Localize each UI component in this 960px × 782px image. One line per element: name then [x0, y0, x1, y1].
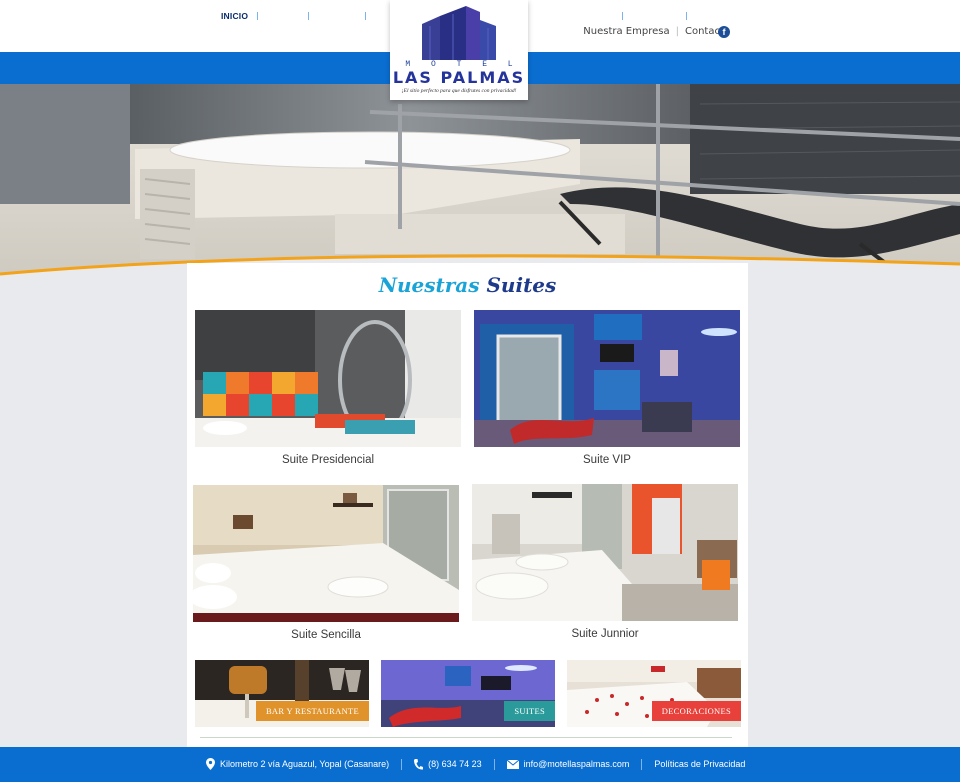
logo-name-text: LAS PALMAS — [392, 68, 526, 87]
footer-contact-row: Kilometro 2 vía Aguazul, Yopal (Casanare… — [206, 758, 745, 770]
site-logo[interactable]: M O T E L LAS PALMAS ¡El sitio perfecto … — [390, 0, 528, 100]
footer-email: info@motellaspalmas.com — [506, 759, 630, 769]
category-tile-decoraciones[interactable]: DECORACIONES — [567, 660, 741, 727]
phone-icon — [414, 758, 424, 770]
section-title-part2: Suites — [486, 273, 557, 297]
logo-building-icon — [422, 6, 496, 60]
category-tag[interactable]: BAR Y RESTAURANTE — [255, 701, 369, 721]
nav-left: INICIO SUITES TÁRIFAS BAR — [212, 0, 403, 32]
hero-banner-image — [0, 84, 960, 280]
suite-card-vip[interactable]: Suite VIP — [474, 310, 740, 466]
footer-separator — [641, 758, 643, 770]
suite-label[interactable]: Suite Junnior — [472, 628, 738, 640]
nav-item-inicio[interactable]: INICIO — [212, 11, 257, 21]
category-tag[interactable]: DECORACIONES — [651, 701, 741, 721]
logo-tagline: ¡El sitio perfecto para que disfrutes co… — [401, 88, 517, 94]
footer-address: Kilometro 2 vía Aguazul, Yopal (Casanare… — [206, 758, 389, 770]
nav-item-tarifas[interactable]: TÁRIFAS — [309, 11, 365, 21]
nav-item-restaurante[interactable]: RESTAURANTE — [538, 11, 622, 21]
suite-label[interactable]: Suite VIP — [474, 454, 740, 466]
footer-separator — [401, 758, 403, 770]
nav-right: RESTAURANTE SEX-SHOP DECORACIONES — [538, 0, 777, 32]
footer-phone-text[interactable]: (8) 634 74 23 — [428, 759, 482, 769]
footer-separator — [493, 758, 495, 770]
site-footer: Kilometro 2 vía Aguazul, Yopal (Casanare… — [0, 747, 960, 782]
suite-card-junnior[interactable]: Suite Junnior — [472, 484, 738, 640]
footer-policy-link[interactable]: Políticas de Privacidad — [654, 759, 745, 769]
suite-photo[interactable] — [472, 484, 738, 621]
nav-item-sex-shop[interactable]: SEX-SHOP — [623, 11, 687, 21]
location-pin-icon — [206, 758, 215, 770]
suite-label[interactable]: Suite Presidencial — [195, 454, 461, 466]
nav-item-suites[interactable]: SUITES — [258, 11, 308, 21]
footer-phone: (8) 634 74 23 — [414, 758, 482, 770]
category-tag[interactable]: SUITES — [504, 701, 555, 721]
category-tile-suites[interactable]: SUITES — [381, 660, 555, 727]
section-title-part1: Nuestras — [378, 273, 480, 297]
suite-card-presidencial[interactable]: Suite Presidencial — [195, 310, 461, 466]
suite-label[interactable]: Suite Sencilla — [193, 629, 459, 641]
suite-photo[interactable] — [193, 485, 459, 622]
suite-card-sencilla[interactable]: Suite Sencilla — [193, 485, 459, 641]
envelope-icon — [506, 759, 519, 769]
footer-address-text: Kilometro 2 vía Aguazul, Yopal (Casanare… — [220, 759, 390, 769]
category-tile-bar-restaurante[interactable]: BAR Y RESTAURANTE — [195, 660, 369, 727]
suite-photo[interactable] — [195, 310, 461, 447]
nav-item-decoraciones[interactable]: DECORACIONES — [687, 11, 777, 21]
section-title: Nuestras Suites — [187, 273, 748, 297]
footer-email-text[interactable]: info@motellaspalmas.com — [524, 759, 630, 769]
suite-photo[interactable] — [474, 310, 740, 447]
content-divider — [200, 737, 732, 738]
